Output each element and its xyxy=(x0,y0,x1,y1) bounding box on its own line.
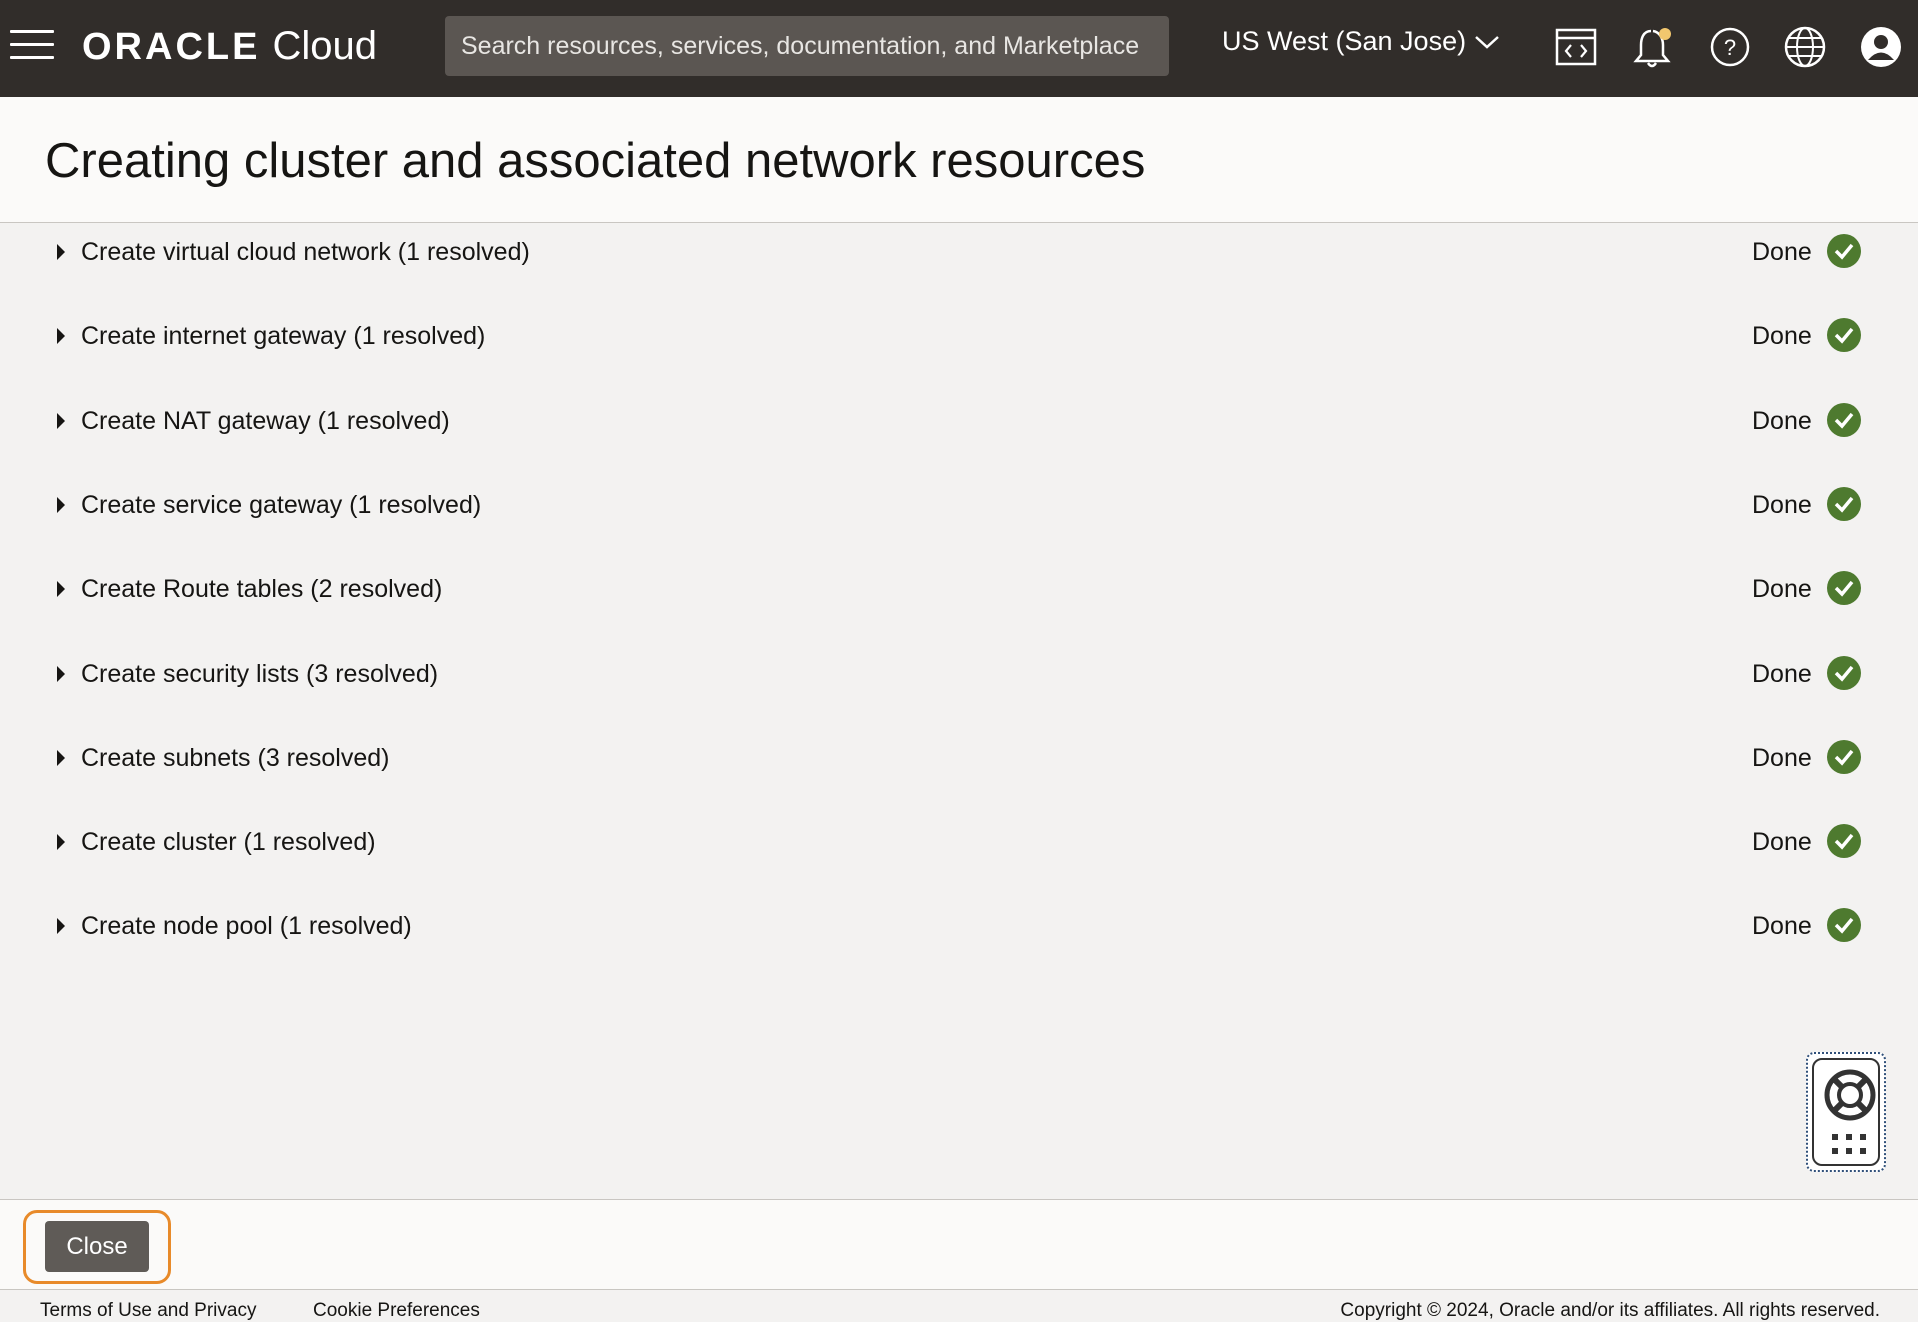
step-row[interactable]: Create Route tables (2 resolved) Done xyxy=(0,561,1918,621)
lifebuoy-icon xyxy=(1824,1069,1876,1121)
terms-link[interactable]: Terms of Use and Privacy xyxy=(40,1300,256,1322)
bell-icon[interactable] xyxy=(1630,24,1676,70)
step-row[interactable]: Create service gateway (1 resolved) Done xyxy=(0,477,1918,537)
caret-right-icon[interactable] xyxy=(57,749,65,766)
globe-icon[interactable] xyxy=(1782,24,1828,70)
step-row[interactable]: Create subnets (3 resolved) Done xyxy=(0,730,1918,790)
top-navigation-bar: ORACLE Cloud US West (San Jose) ? xyxy=(0,0,1918,97)
close-button[interactable]: Close xyxy=(45,1221,149,1272)
region-label: US West (San Jose) xyxy=(1222,26,1467,56)
step-status: Done xyxy=(1752,322,1812,351)
check-circle-icon xyxy=(1827,739,1861,774)
copyright-text: Copyright © 2024, Oracle and/or its affi… xyxy=(1340,1300,1880,1321)
grid-icon xyxy=(1832,1134,1866,1154)
caret-right-icon[interactable] xyxy=(57,244,65,260)
step-status: Done xyxy=(1752,828,1812,857)
step-label[interactable]: Create NAT gateway (1 resolved) xyxy=(81,407,450,436)
step-label[interactable]: Create service gateway (1 resolved) xyxy=(81,491,481,520)
step-label[interactable]: Create node pool (1 resolved) xyxy=(81,912,412,941)
menu-icon[interactable] xyxy=(10,30,54,66)
user-icon[interactable] xyxy=(1858,24,1904,70)
step-label[interactable]: Create virtual cloud network (1 resolved… xyxy=(81,238,530,267)
step-label[interactable]: Create Route tables (2 resolved) xyxy=(81,575,442,604)
step-row[interactable]: Create NAT gateway (1 resolved) Done xyxy=(0,393,1918,453)
help-icon[interactable]: ? xyxy=(1707,24,1753,70)
logo-cloud-text: Cloud xyxy=(272,24,377,68)
step-label[interactable]: Create security lists (3 resolved) xyxy=(81,660,438,689)
search-input[interactable] xyxy=(459,30,1155,62)
page-title: Creating cluster and associated network … xyxy=(45,134,1146,188)
check-circle-icon xyxy=(1827,234,1861,268)
step-row[interactable]: Create virtual cloud network (1 resolved… xyxy=(0,224,1918,284)
check-circle-icon xyxy=(1827,571,1861,606)
code-editor-icon[interactable] xyxy=(1553,24,1599,70)
caret-right-icon[interactable] xyxy=(57,918,65,935)
check-circle-icon xyxy=(1827,908,1861,943)
check-circle-icon xyxy=(1827,318,1861,353)
step-status: Done xyxy=(1752,575,1812,604)
check-circle-icon xyxy=(1827,655,1861,690)
step-status: Done xyxy=(1752,743,1812,772)
cookie-preferences-link[interactable]: Cookie Preferences xyxy=(313,1300,480,1322)
step-status: Done xyxy=(1752,406,1812,435)
step-row[interactable]: Create cluster (1 resolved) Done xyxy=(0,814,1918,874)
caret-right-icon[interactable] xyxy=(57,834,65,851)
step-label[interactable]: Create internet gateway (1 resolved) xyxy=(81,322,485,351)
step-row[interactable]: Create node pool (1 resolved) Done xyxy=(0,898,1918,958)
step-status: Done xyxy=(1752,490,1812,519)
step-status: Done xyxy=(1752,912,1812,941)
check-circle-icon xyxy=(1827,486,1861,521)
svg-text:?: ? xyxy=(1724,35,1736,60)
region-selector[interactable]: US West (San Jose) xyxy=(1222,26,1500,57)
chevron-down-icon xyxy=(1475,35,1499,49)
step-label[interactable]: Create cluster (1 resolved) xyxy=(81,828,376,857)
step-status: Done xyxy=(1752,659,1812,688)
help-widget[interactable] xyxy=(1806,1052,1886,1172)
oracle-cloud-logo[interactable]: ORACLE Cloud xyxy=(82,24,377,69)
action-footer: Close xyxy=(0,1199,1918,1290)
logo-oracle-text: ORACLE xyxy=(82,26,261,68)
step-row[interactable]: Create internet gateway (1 resolved) Done xyxy=(0,308,1918,368)
step-row[interactable]: Create security lists (3 resolved) Done xyxy=(0,646,1918,706)
check-circle-icon xyxy=(1827,824,1861,859)
step-status: Done xyxy=(1752,238,1812,266)
page-header: Creating cluster and associated network … xyxy=(0,97,1918,223)
caret-right-icon[interactable] xyxy=(57,496,65,513)
search-box[interactable] xyxy=(445,16,1169,76)
check-circle-icon xyxy=(1827,402,1861,437)
caret-right-icon[interactable] xyxy=(57,581,65,598)
caret-right-icon[interactable] xyxy=(57,412,65,429)
step-label[interactable]: Create subnets (3 resolved) xyxy=(81,744,389,773)
caret-right-icon[interactable] xyxy=(57,665,65,682)
caret-right-icon[interactable] xyxy=(57,328,65,345)
